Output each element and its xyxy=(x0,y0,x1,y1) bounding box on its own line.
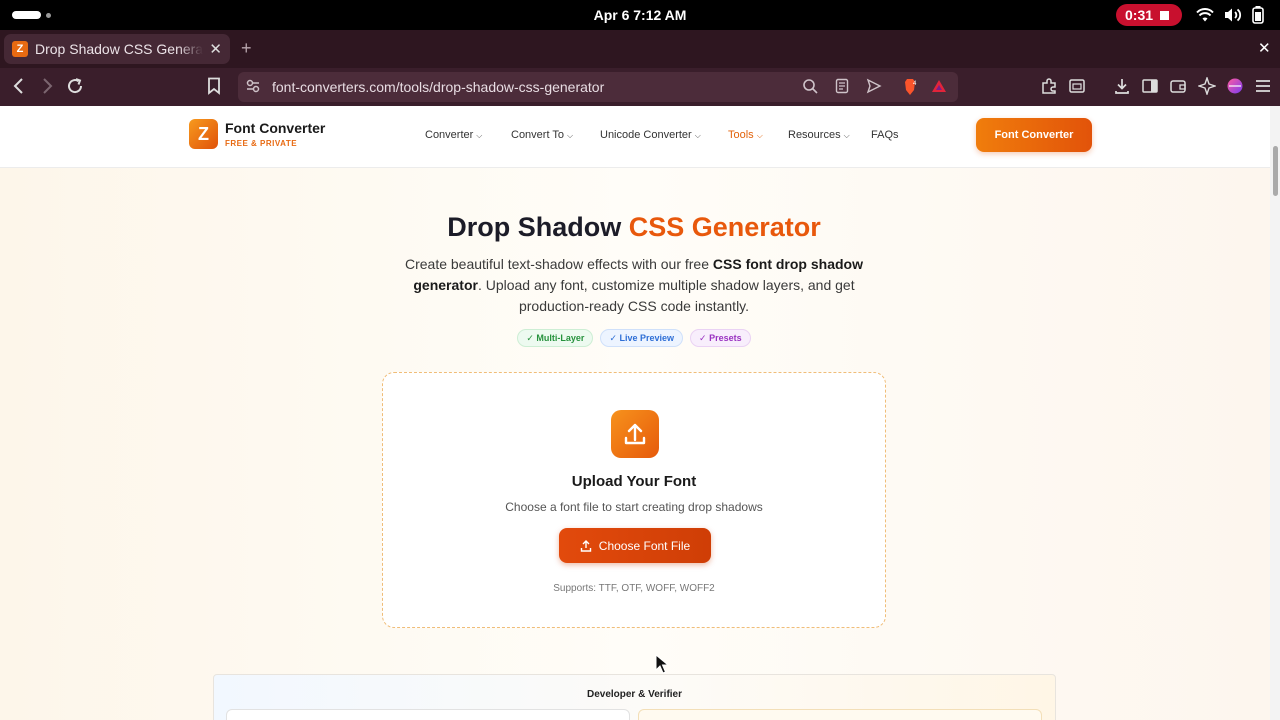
leo-ai-icon[interactable] xyxy=(1196,75,1218,99)
upload-icon xyxy=(611,410,659,458)
back-icon[interactable] xyxy=(12,77,26,99)
upload-small-icon xyxy=(580,539,591,552)
upload-subtitle: Choose a font file to start creating dro… xyxy=(505,500,763,514)
nav-unicode-label: Unicode Converter xyxy=(600,129,692,141)
search-icon[interactable] xyxy=(802,78,818,98)
page-scrollbar[interactable] xyxy=(1270,106,1280,720)
brave-rewards-icon[interactable] xyxy=(931,78,947,98)
nav-faqs-label: FAQs xyxy=(871,129,899,141)
browser-tab-active[interactable]: Z Drop Shadow CSS Generator ✕ xyxy=(4,34,230,64)
tab-title: Drop Shadow CSS Generator xyxy=(35,41,204,57)
desc-part-2: . Upload any font, customize multiple sh… xyxy=(477,277,855,314)
nav-tools-label: Tools xyxy=(728,129,754,141)
browser-toolbar: font-converters.com/tools/drop-shadow-cs… xyxy=(0,68,1280,106)
badge-presets: ✓ Presets xyxy=(690,329,751,347)
nav-converter[interactable]: Converter ⌵ xyxy=(425,129,482,141)
site-header: Z Font Converter FREE & PRIVATE Converte… xyxy=(0,106,1270,168)
verifier-card[interactable] xyxy=(638,709,1042,720)
bookmark-icon[interactable] xyxy=(207,77,221,99)
nav-converter-label: Converter xyxy=(425,129,474,141)
site-favicon-icon: Z xyxy=(12,41,28,57)
send-icon[interactable] xyxy=(866,78,882,98)
developer-verifier-title: Developer & Verifier xyxy=(586,689,683,700)
wallet-icon[interactable] xyxy=(1170,77,1186,99)
title-main: Drop Shadow xyxy=(447,212,629,242)
nav-resources-label: Resources xyxy=(788,129,841,141)
browser-tab-bar: Z Drop Shadow CSS Generator ✕ + ✕ xyxy=(0,30,1280,68)
badge-live-preview: ✓ Live Preview xyxy=(600,329,684,347)
page-description: Create beautiful text-shadow effects wit… xyxy=(386,254,882,317)
close-tab-icon[interactable]: ✕ xyxy=(209,40,222,58)
url-text: font-converters.com/tools/drop-shadow-cs… xyxy=(272,79,605,95)
nav-unicode-converter[interactable]: Unicode Converter ⌵ xyxy=(600,129,701,141)
menu-icon[interactable] xyxy=(1255,77,1271,99)
chevron-down-icon: ⌵ xyxy=(756,131,763,140)
title-accent: CSS Generator xyxy=(628,212,821,242)
page-title: Drop Shadow CSS Generator xyxy=(0,212,1268,243)
tab-manager-icon[interactable] xyxy=(1069,77,1085,99)
chevron-down-icon: ⌵ xyxy=(694,131,701,140)
stop-icon xyxy=(1160,10,1170,20)
choose-font-file-button[interactable]: Choose Font File xyxy=(559,528,711,563)
reload-icon[interactable] xyxy=(66,77,84,99)
address-bar[interactable]: font-converters.com/tools/drop-shadow-cs… xyxy=(238,72,958,102)
svg-text:4: 4 xyxy=(913,81,917,87)
close-window-icon[interactable]: ✕ xyxy=(1258,39,1271,57)
site-logo-icon[interactable]: Z xyxy=(189,119,218,149)
wifi-icon xyxy=(1196,8,1214,22)
header-font-converter-button[interactable]: Font Converter xyxy=(976,118,1092,152)
status-icons xyxy=(1196,6,1264,24)
forward-icon[interactable] xyxy=(40,77,54,99)
desc-part-1: Create beautiful text-shadow effects wit… xyxy=(404,256,713,272)
scrollbar-thumb[interactable] xyxy=(1273,146,1278,196)
choose-font-file-label: Choose Font File xyxy=(598,538,691,553)
new-tab-icon[interactable]: + xyxy=(241,38,252,59)
chevron-down-icon: ⌵ xyxy=(843,131,850,140)
mouse-cursor-icon xyxy=(655,654,669,674)
upload-title: Upload Your Font xyxy=(571,473,697,490)
chevron-down-icon: ⌵ xyxy=(476,131,483,140)
battery-icon xyxy=(1252,6,1264,24)
download-icon[interactable] xyxy=(1114,77,1130,99)
reader-mode-icon[interactable] xyxy=(835,78,849,98)
nav-convert-to[interactable]: Convert To ⌵ xyxy=(511,129,573,141)
status-bar: Apr 6 7:12 AM 0:31 xyxy=(0,0,1280,30)
brave-shields-icon[interactable]: 4 xyxy=(899,78,919,100)
nav-resources[interactable]: Resources ⌵ xyxy=(788,129,850,141)
developer-verifier-section: Developer & Verifier xyxy=(213,674,1056,720)
sidebar-icon[interactable] xyxy=(1142,77,1158,99)
chevron-down-icon: ⌵ xyxy=(567,131,574,140)
site-logo-tagline: FREE & PRIVATE xyxy=(225,139,298,148)
site-logo-name[interactable]: Font Converter xyxy=(225,120,325,136)
volume-icon xyxy=(1225,8,1242,22)
site-settings-icon[interactable] xyxy=(246,78,260,98)
web-page: Z Font Converter FREE & PRIVATE Converte… xyxy=(0,106,1270,720)
status-datetime: Apr 6 7:12 AM xyxy=(593,7,687,23)
screen-recording-indicator[interactable]: 0:31 xyxy=(1116,4,1182,26)
recording-time: 0:31 xyxy=(1125,7,1154,23)
badge-multi-layer: ✓ Multi-Layer xyxy=(517,329,594,347)
nav-tools[interactable]: Tools ⌵ xyxy=(728,129,763,141)
upload-dropzone[interactable]: Upload Your Font Choose a font file to s… xyxy=(382,372,886,628)
supported-formats: Supports: TTF, OTF, WOFF, WOFF2 xyxy=(553,583,715,594)
extensions-icon[interactable] xyxy=(1040,77,1058,99)
feature-badges: ✓ Multi-Layer ✓ Live Preview ✓ Presets xyxy=(0,329,1268,347)
profile-avatar-icon[interactable] xyxy=(1226,77,1244,99)
developer-card[interactable] xyxy=(226,709,630,720)
nav-convert-to-label: Convert To xyxy=(511,129,564,141)
nav-faqs[interactable]: FAQs xyxy=(871,129,899,141)
